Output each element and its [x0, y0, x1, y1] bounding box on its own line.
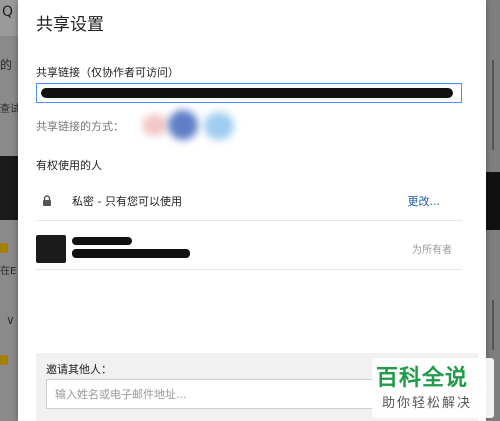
background-thumbnail	[486, 172, 500, 230]
background-text-fragment: 查试	[0, 104, 18, 115]
background-text-fragment: 的	[0, 58, 13, 72]
background-divider	[492, 60, 494, 150]
owner-row: 为所有者	[36, 229, 462, 270]
owner-role-label: 为所有者	[412, 245, 452, 256]
share-link-field[interactable]	[36, 83, 462, 103]
background-thumbnail	[0, 156, 18, 220]
redacted-link-scribble	[41, 88, 453, 98]
watermark-slogan: 助你轻松解决	[382, 396, 473, 411]
chevron-down-icon: ∨	[6, 313, 15, 327]
privacy-row: 私密 - 只有您可以使用 更改...	[36, 186, 462, 221]
access-section-label: 有权使用的人	[36, 159, 102, 172]
baike-watermark: 百科全说 助你轻松解决	[372, 358, 494, 418]
search-icon: Q	[2, 4, 14, 20]
background-app-left: Q 的 查试 在E ∨	[0, 0, 18, 421]
lock-icon	[43, 195, 51, 206]
share-link-label: 共享链接（仅协作者可访问）	[36, 66, 179, 79]
change-privacy-link[interactable]: 更改...	[408, 193, 441, 209]
invite-label: 邀请其他人：	[46, 363, 112, 376]
share-methods-label: 共享链接的方式：	[36, 120, 124, 133]
background-text-fragment: 在E	[0, 266, 17, 277]
folder-icon	[0, 355, 8, 365]
redacted-owner-email	[72, 249, 190, 258]
gmail-share-icon[interactable]	[142, 114, 168, 136]
privacy-status-text: 私密 - 只有您可以使用	[72, 195, 182, 208]
redacted-owner-name	[72, 237, 132, 245]
background-divider	[492, 300, 494, 350]
folder-icon	[0, 243, 8, 253]
dialog-title: 共享设置	[36, 15, 104, 35]
avatar	[36, 235, 66, 263]
watermark-logo-text: 百科全说	[376, 366, 469, 391]
twitter-share-icon[interactable]	[204, 112, 234, 140]
facebook-share-icon[interactable]	[168, 110, 198, 140]
